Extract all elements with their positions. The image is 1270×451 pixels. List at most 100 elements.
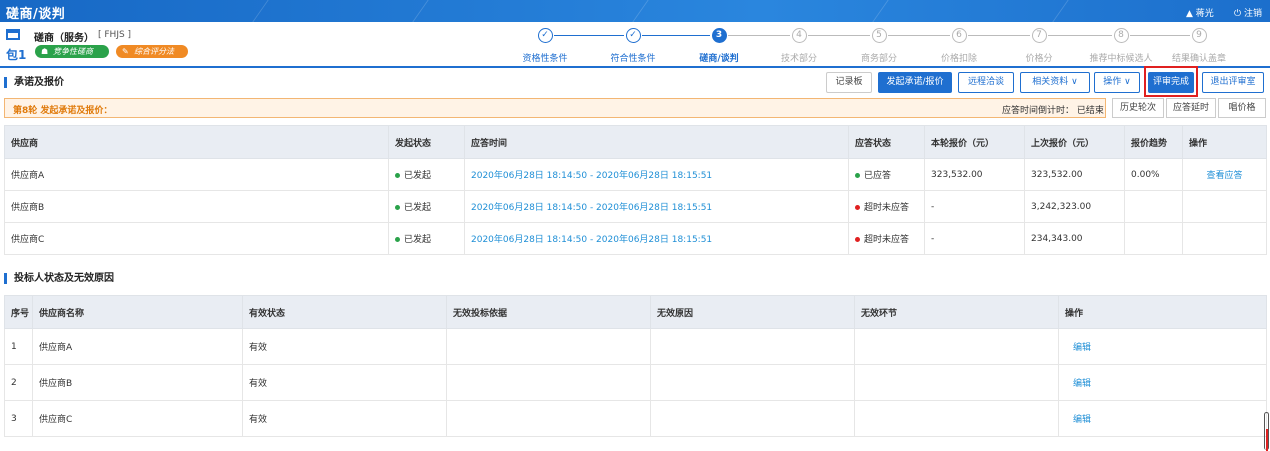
reason-cell [650, 400, 855, 437]
announce-price-button[interactable]: 唱价格 [1218, 98, 1266, 118]
countdown-text: 应答时间倒计时： 已结束 [1002, 106, 1104, 116]
current-price-cell: 323,532.00 [924, 158, 1025, 191]
answer-time-cell: 2020年06月28日 18:14:50 - 2020年06月28日 18:15… [464, 222, 849, 255]
progress-steps: ✓ 资格性条件 ✓ 符合性条件 3 磋商/谈判 4 技术部分 5 商务部分 6 价格扣除 7 价格分 8 推荐… [0, 22, 1270, 66]
table-row: 2 供应商B 有效 编辑 [4, 364, 1267, 401]
column-header: 有效状态 [242, 295, 447, 329]
highlight-box [1144, 66, 1198, 97]
answer-delay-button[interactable]: 应答延时 [1166, 98, 1216, 118]
reason-cell [650, 364, 855, 401]
start-status-cell: 已发起 [388, 158, 465, 191]
status-dot [395, 237, 400, 242]
step-label: 推荐中标候选人 [1089, 54, 1153, 64]
operation-cell: 编辑 [1058, 400, 1267, 437]
step-number: 9 [1191, 28, 1207, 43]
status-dot [855, 237, 860, 242]
step-4: 4 技术部分 [759, 28, 839, 64]
edit-link[interactable]: 编辑 [1073, 415, 1091, 425]
current-price-cell: - [924, 190, 1025, 223]
related-docs-dropdown[interactable]: 相关资料 ∨ [1020, 72, 1090, 93]
step-label: 价格分 [1025, 54, 1053, 64]
trend-cell [1124, 190, 1183, 223]
round-info-bar: 第8轮 发起承诺及报价： 应答时间倒计时： 已结束 [4, 98, 1106, 118]
edit-link[interactable]: 编辑 [1073, 343, 1091, 353]
edit-link[interactable]: 编辑 [1073, 379, 1091, 389]
answer-status-text: 超时未应答 [864, 235, 910, 245]
exit-review-button[interactable]: 退出评审室 [1202, 72, 1264, 93]
trend-cell [1124, 222, 1183, 255]
reason-cell [650, 328, 855, 365]
step-label: 资格性条件 [522, 54, 568, 64]
step-1: ✓ 资格性条件 [505, 28, 585, 64]
step-3: 3 磋商/谈判 [679, 28, 759, 64]
status-dot [855, 205, 860, 210]
stage-cell [854, 400, 1059, 437]
table-row: 3 供应商C 有效 编辑 [4, 400, 1267, 437]
basis-cell [446, 400, 651, 437]
stage-cell [854, 328, 1059, 365]
column-header: 操作 [1058, 295, 1267, 329]
section-title-bidders: 投标人状态及无效原因 [4, 273, 114, 284]
name-cell: 供应商A [32, 328, 243, 365]
column-header: 应答状态 [848, 125, 925, 159]
supplier-cell: 供应商B [4, 190, 389, 223]
step-number: 8 [1113, 28, 1129, 43]
start-quote-button[interactable]: 发起承诺/报价 [878, 72, 952, 93]
user-menu[interactable]: ▲ 蒋光 [1186, 6, 1214, 19]
column-header: 无效投标依据 [446, 295, 651, 329]
column-header: 供应商 [4, 125, 389, 159]
answer-status-text: 超时未应答 [864, 203, 910, 213]
step-number: 6 [951, 28, 967, 43]
basis-cell [446, 364, 651, 401]
basis-cell [446, 328, 651, 365]
valid-cell: 有效 [242, 400, 447, 437]
status-dot [395, 173, 400, 178]
table-row: 供应商A 已发起 2020年06月28日 18:14:50 - 2020年06月28… [4, 158, 1267, 191]
start-status-text: 已发起 [404, 171, 432, 181]
step-5: 5 商务部分 [839, 28, 919, 64]
step-label: 价格扣除 [940, 54, 977, 64]
step-2: ✓ 符合性条件 [593, 28, 673, 64]
step-number: 5 [871, 28, 887, 43]
operation-cell: 查看应答 [1182, 158, 1267, 191]
top-bar: 磋商/谈判 ▲ 蒋光 ⏻ 注销 [0, 0, 1270, 22]
answer-time-cell: 2020年06月28日 18:14:50 - 2020年06月28日 18:15… [464, 190, 849, 223]
name-cell: 供应商B [32, 364, 243, 401]
name-cell: 供应商C [32, 400, 243, 437]
column-header: 无效原因 [650, 295, 855, 329]
table-row: 供应商C 已发起 2020年06月28日 18:14:50 - 2020年06月28… [4, 222, 1267, 255]
step-8: 8 推荐中标候选人 [1081, 28, 1161, 64]
header-divider [0, 66, 1270, 68]
logout-link[interactable]: ⏻ 注销 [1234, 6, 1262, 19]
no-cell: 2 [4, 364, 33, 401]
answer-status-cell: 超时未应答 [848, 190, 925, 223]
operations-dropdown[interactable]: 操作 ∨ [1094, 72, 1140, 93]
column-header: 序号 [4, 295, 33, 329]
no-cell: 3 [4, 400, 33, 437]
column-header: 无效环节 [854, 295, 1059, 329]
operation-cell: 编辑 [1058, 364, 1267, 401]
valid-cell: 有效 [242, 328, 447, 365]
step-label: 商务部分 [860, 54, 897, 64]
remote-negotiation-button[interactable]: 远程洽谈 [958, 72, 1014, 93]
valid-cell: 有效 [242, 364, 447, 401]
current-price-cell: - [924, 222, 1025, 255]
scrollbar-thumb[interactable] [1266, 429, 1268, 451]
column-header: 应答时间 [464, 125, 849, 159]
status-dot [395, 205, 400, 210]
start-status-text: 已发起 [404, 235, 432, 245]
page-title: 磋商/谈判 [6, 7, 66, 22]
stage-cell [854, 364, 1059, 401]
supplier-cell: 供应商A [4, 158, 389, 191]
step-number: 4 [791, 28, 807, 43]
record-board-button[interactable]: 记录板 [826, 72, 872, 93]
quote-table: 供应商 发起状态 应答时间 应答状态 本轮报价（元） 上次报价（元） 报价趋势 操作 供应商A… [4, 125, 1267, 255]
start-status-cell: 已发起 [388, 190, 465, 223]
scrollbar[interactable] [1264, 412, 1269, 451]
check-icon: ✓ [537, 28, 553, 43]
history-rounds-button[interactable]: 历史轮次 [1112, 98, 1164, 118]
step-6: 6 价格扣除 [919, 28, 999, 64]
no-cell: 1 [4, 328, 33, 365]
view-answer-link[interactable]: 查看应答 [1206, 171, 1242, 181]
status-dot [855, 173, 860, 178]
